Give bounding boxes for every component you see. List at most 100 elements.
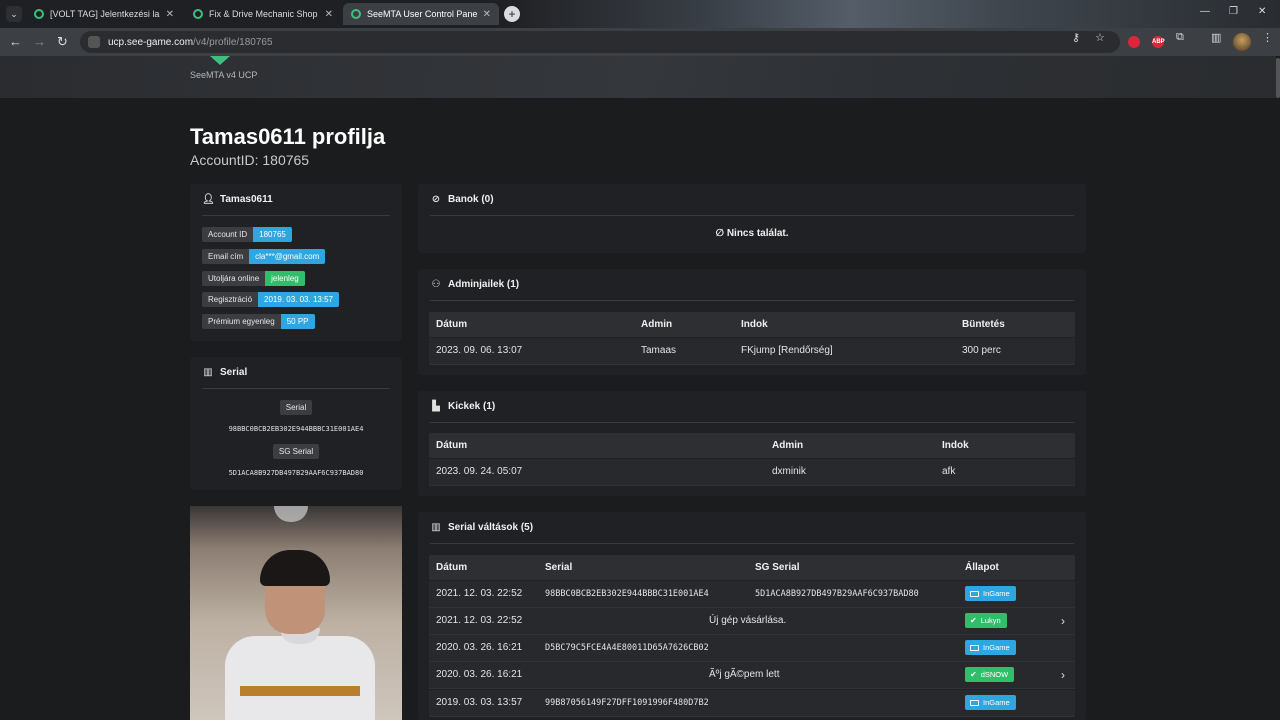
site-subtitle: SeeMTA v4 UCP (190, 70, 258, 80)
tab-close-icon[interactable]: ✕ (483, 9, 491, 20)
character-skin-image (190, 506, 402, 720)
bookmark-star-icon[interactable]: ☆ (1095, 31, 1105, 44)
tab-close-icon[interactable]: ✕ (166, 9, 174, 20)
serial-changes-card: ▥ Serial váltások (5) Dátum Serial SG Se… (418, 512, 1086, 720)
table-row[interactable]: 2021. 12. 03. 22:52 Új gép vásárlása. ✔ … (429, 608, 1075, 635)
monitor-icon (970, 699, 979, 706)
back-icon[interactable]: ← (9, 34, 22, 50)
check-icon: ✔ (970, 670, 977, 679)
browser-tab-1[interactable]: [VOLT TAG] Jelentkezési lap [M ✕ (26, 3, 182, 25)
profile-info-card: 👤︎ Tamas0611 Account ID 180765 Email cím… (190, 184, 402, 341)
status-text: Lukyn (980, 616, 1001, 625)
menu-kebab-icon[interactable]: ⋮ (1262, 31, 1273, 44)
serial-label: Serial (279, 400, 313, 415)
minimize-icon[interactable]: — (1200, 6, 1210, 17)
cell-date: 2020. 03. 26. 16:21 (436, 642, 523, 653)
table-row: 2021. 12. 03. 22:52 98BBC0BCB2EB302E944B… (429, 581, 1075, 608)
avatar-bg-detail (274, 506, 308, 522)
info-key: Email cím (202, 249, 250, 264)
monitor-icon (970, 590, 979, 597)
barcode-icon: ▥ (431, 522, 441, 533)
tab-search-button[interactable]: ⌄ (6, 6, 22, 22)
card-title: 👤︎ Tamas0611 (202, 194, 273, 205)
tab-label: Fix & Drive Mechanic Shop - Je (209, 9, 319, 19)
browser-tab-bar: ⌄ [VOLT TAG] Jelentkezési lap [M ✕ Fix &… (0, 0, 1280, 28)
scrollbar-thumb[interactable] (1276, 58, 1280, 98)
status-badge: InGame (965, 695, 1016, 710)
cell-serial: D5BC79C5FCE4A4E80011D65A7626CB02 (545, 643, 709, 653)
browser-tab-2[interactable]: Fix & Drive Mechanic Shop - Je ✕ (185, 3, 341, 25)
bans-card: ⊘ Banok (0) ∅ Nincs találat. (418, 184, 1086, 253)
tab-label: SeeMTA User Control Panel (367, 9, 477, 19)
chevron-right-icon[interactable]: › (1061, 662, 1065, 688)
table-row: 2019. 03. 03. 13:57 99B87056149F27DFF109… (429, 690, 1075, 717)
cell-note: Új gép vásárlása. (709, 615, 787, 626)
forward-icon[interactable]: → (33, 34, 46, 50)
column-header: Dátum (436, 319, 468, 330)
divider (202, 215, 390, 216)
info-row-email: Email cím cla***@gmail.com (202, 249, 326, 264)
tab-close-icon[interactable]: ✕ (325, 9, 333, 20)
tab-bar-background (500, 0, 1280, 28)
site-info-icon[interactable] (88, 36, 100, 48)
column-header: Dátum (436, 562, 468, 573)
info-key: Regisztráció (202, 292, 259, 307)
new-tab-button[interactable]: + (504, 6, 520, 22)
extension-red-icon[interactable] (1128, 36, 1140, 48)
status-badge: ✔ dSNOW (965, 667, 1015, 682)
page-scrollbar[interactable] (1276, 56, 1280, 720)
password-key-icon[interactable]: ⚷ (1072, 31, 1080, 44)
avatar-jacket (225, 636, 375, 720)
card-title: ⚇ Adminjailek (1) (430, 279, 520, 290)
status-text: InGame (983, 643, 1010, 652)
side-panel-icon[interactable]: ▥ (1211, 31, 1221, 44)
card-title-text: Kickek (1) (448, 401, 496, 412)
table-header: Dátum Serial SG Serial Állapot (429, 555, 1075, 580)
table-row[interactable]: 2020. 03. 26. 16:21 Ãºj gÃ©pem lett ✔ dS… (429, 662, 1075, 689)
divider (430, 422, 1074, 423)
info-key: Utoljára online (202, 271, 266, 286)
adminjails-card: ⚇ Adminjailek (1) Dátum Admin Indok Bünt… (418, 269, 1086, 375)
cell-admin: Tamaas (641, 345, 677, 356)
chevron-right-icon[interactable]: › (1061, 608, 1065, 634)
card-title-text: Serial váltások (5) (448, 522, 534, 533)
column-header: Serial (545, 562, 573, 573)
card-title: ▥ Serial (202, 367, 247, 378)
close-window-icon[interactable]: ✕ (1258, 6, 1266, 17)
browser-tab-3[interactable]: SeeMTA User Control Panel ✕ (343, 3, 499, 25)
no-results-text: Nincs találat. (726, 228, 789, 239)
info-key: Account ID (202, 227, 254, 242)
card-title-text: Adminjailek (1) (448, 279, 520, 290)
column-header: Dátum (436, 440, 468, 451)
info-row-registration: Regisztráció 2019. 03. 03. 13:57 (202, 292, 339, 307)
serial-card: ▥ Serial Serial 98BBC0BCB2EB302E944BBBC3… (190, 357, 402, 490)
kicks-card: ▙ Kickek (1) Dátum Admin Indok 2023. 09.… (418, 391, 1086, 496)
card-title-text: Banok (0) (448, 194, 494, 205)
table-row: 2020. 03. 26. 16:21 D5BC79C5FCE4A4E80011… (429, 635, 1075, 662)
card-title: ▙ Kickek (1) (430, 401, 495, 412)
site-logo[interactable] (210, 56, 230, 65)
restore-icon[interactable]: ❐ (1229, 6, 1238, 17)
sg-serial-label: SG Serial (272, 444, 320, 459)
cell-date: 2021. 12. 03. 22:52 (436, 588, 523, 599)
info-row-last-online: Utoljára online jelenleg (202, 271, 305, 286)
status-text: dSNOW (980, 670, 1009, 679)
info-value: jelenleg (265, 271, 305, 286)
divider (430, 300, 1074, 301)
extensions-puzzle-icon[interactable]: ⧉ (1176, 31, 1184, 44)
url-host: ucp.see-game.com (108, 36, 194, 48)
glasses-icon: ⚇ (431, 279, 441, 290)
cell-date: 2019. 03. 03. 13:57 (436, 697, 523, 708)
cell-sg-serial: 5D1ACA8B927DB497B29AAF6C937BAD80 (755, 589, 919, 599)
page-title: Tamas0611 profilja (190, 124, 386, 149)
profile-avatar[interactable] (1233, 33, 1251, 51)
card-title: ⊘ Banok (0) (430, 194, 494, 205)
table-header: Dátum Admin Indok (429, 433, 1075, 458)
table-row: 2023. 09. 06. 13:07 Tamaas FKjump [Rendő… (429, 338, 1075, 365)
cell-date: 2021. 12. 03. 22:52 (436, 615, 523, 626)
reload-icon[interactable]: ↻ (57, 34, 68, 50)
account-id-subtitle: AccountID: 180765 (190, 152, 310, 168)
adblock-extension-icon[interactable]: ABP (1152, 36, 1165, 48)
address-bar[interactable]: ucp.see-game.com/v4/profile/180765 (80, 31, 1120, 53)
cell-punishment: 300 perc (962, 345, 1001, 356)
